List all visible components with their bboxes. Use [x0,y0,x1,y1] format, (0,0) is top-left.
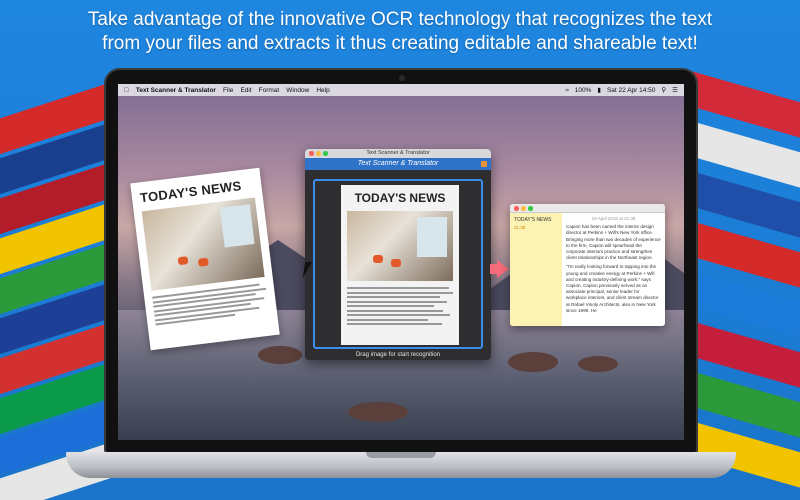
dropped-newspaper: TODAY'S NEWS [341,185,459,345]
zoom-icon[interactable] [528,206,533,211]
window-controls [514,206,533,211]
scanner-titlebar[interactable]: Text Scanner & Translator [305,149,491,158]
close-icon[interactable] [514,206,519,211]
recognized-paragraph-1: Capion has been named the interior desig… [566,224,661,261]
laptop-notch [366,452,436,458]
close-icon[interactable] [309,151,314,156]
newspaper-photo [141,197,265,291]
menu-clock[interactable]: Sat 22 Apr 14:50 [607,87,655,94]
apple-icon[interactable]:  [124,87,129,94]
recognized-text[interactable]: 19 April 2016 at 21:38 Capion has been n… [562,213,665,326]
battery-icon[interactable]: ▮ [597,86,601,94]
note-item-time: 21:38 [514,225,526,230]
scanner-header-title: Text Scanner & Translator [357,160,439,167]
rock-decoration [508,352,558,372]
newspaper-text-lines [152,283,269,326]
recognized-paragraph-2: "I'm really looking forward to tapping i… [566,264,659,313]
minimize-icon[interactable] [316,151,321,156]
wifi-icon[interactable]: ≈ [565,87,569,94]
headline: Take advantage of the innovative OCR tec… [0,8,800,56]
zoom-icon[interactable] [323,151,328,156]
note-item-title[interactable]: TODAY'S NEWS [514,217,558,223]
headline-line-1: Take advantage of the innovative OCR tec… [87,9,713,30]
window-decoration [417,217,447,257]
chair-decoration [391,259,401,267]
chair-decoration [373,255,383,263]
scanner-header: Text Scanner & Translator [305,158,491,170]
menu-status-area: ≈ 100% ▮ Sat 22 Apr 14:50 ⚲ ☰ [565,86,678,95]
rock-decoration [258,346,302,364]
menu-help[interactable]: Help [316,87,329,94]
rock-decoration [348,402,408,422]
rock-decoration [578,356,618,372]
menu-edit[interactable]: Edit [240,87,251,94]
dropped-newspaper-title: TODAY'S NEWS [354,191,446,205]
menu-format[interactable]: Format [259,87,280,94]
chair-decoration [177,256,189,266]
headline-line-2: from your files and extracts it thus cre… [102,33,698,54]
laptop-base [66,452,736,478]
window-controls [309,151,328,156]
battery-percent[interactable]: 100% [575,87,592,94]
dropped-newspaper-lines [347,287,453,325]
scanner-window: Text Scanner & Translator Text Scanner &… [305,149,491,360]
drag-hint: Drag image for start recognition [355,352,441,358]
source-newspaper[interactable]: TODAY'S NEWS [130,167,280,351]
image-drop-zone[interactable]: TODAY'S NEWS [313,179,483,349]
note-date: 19 April 2016 at 21:38 [591,216,636,221]
menu-window[interactable]: Window [286,87,309,94]
minimize-icon[interactable] [521,206,526,211]
result-window: TODAY'S NEWS 21:38 19 April 2016 at 21:3… [510,204,665,326]
scanner-window-title: Text Scanner & Translator [366,150,430,156]
menu-file[interactable]: File [223,87,233,94]
menu-app-name[interactable]: Text Scanner & Translator [136,87,216,94]
dropped-newspaper-photo [347,211,453,281]
menu-bar:  Text Scanner & Translator File Edit Fo… [118,84,684,96]
chair-decoration [197,257,209,267]
window-decoration [219,204,255,248]
notes-sidebar: TODAY'S NEWS 21:38 [510,213,562,326]
result-toolbar[interactable] [510,204,665,213]
result-body: TODAY'S NEWS 21:38 19 April 2016 at 21:3… [510,213,665,326]
camera-icon [399,75,405,81]
menu-list-icon[interactable]: ☰ [672,86,678,94]
app-badge-icon[interactable] [481,161,487,167]
search-icon[interactable]: ⚲ [661,86,666,94]
flow-arrow-icon [497,260,509,278]
